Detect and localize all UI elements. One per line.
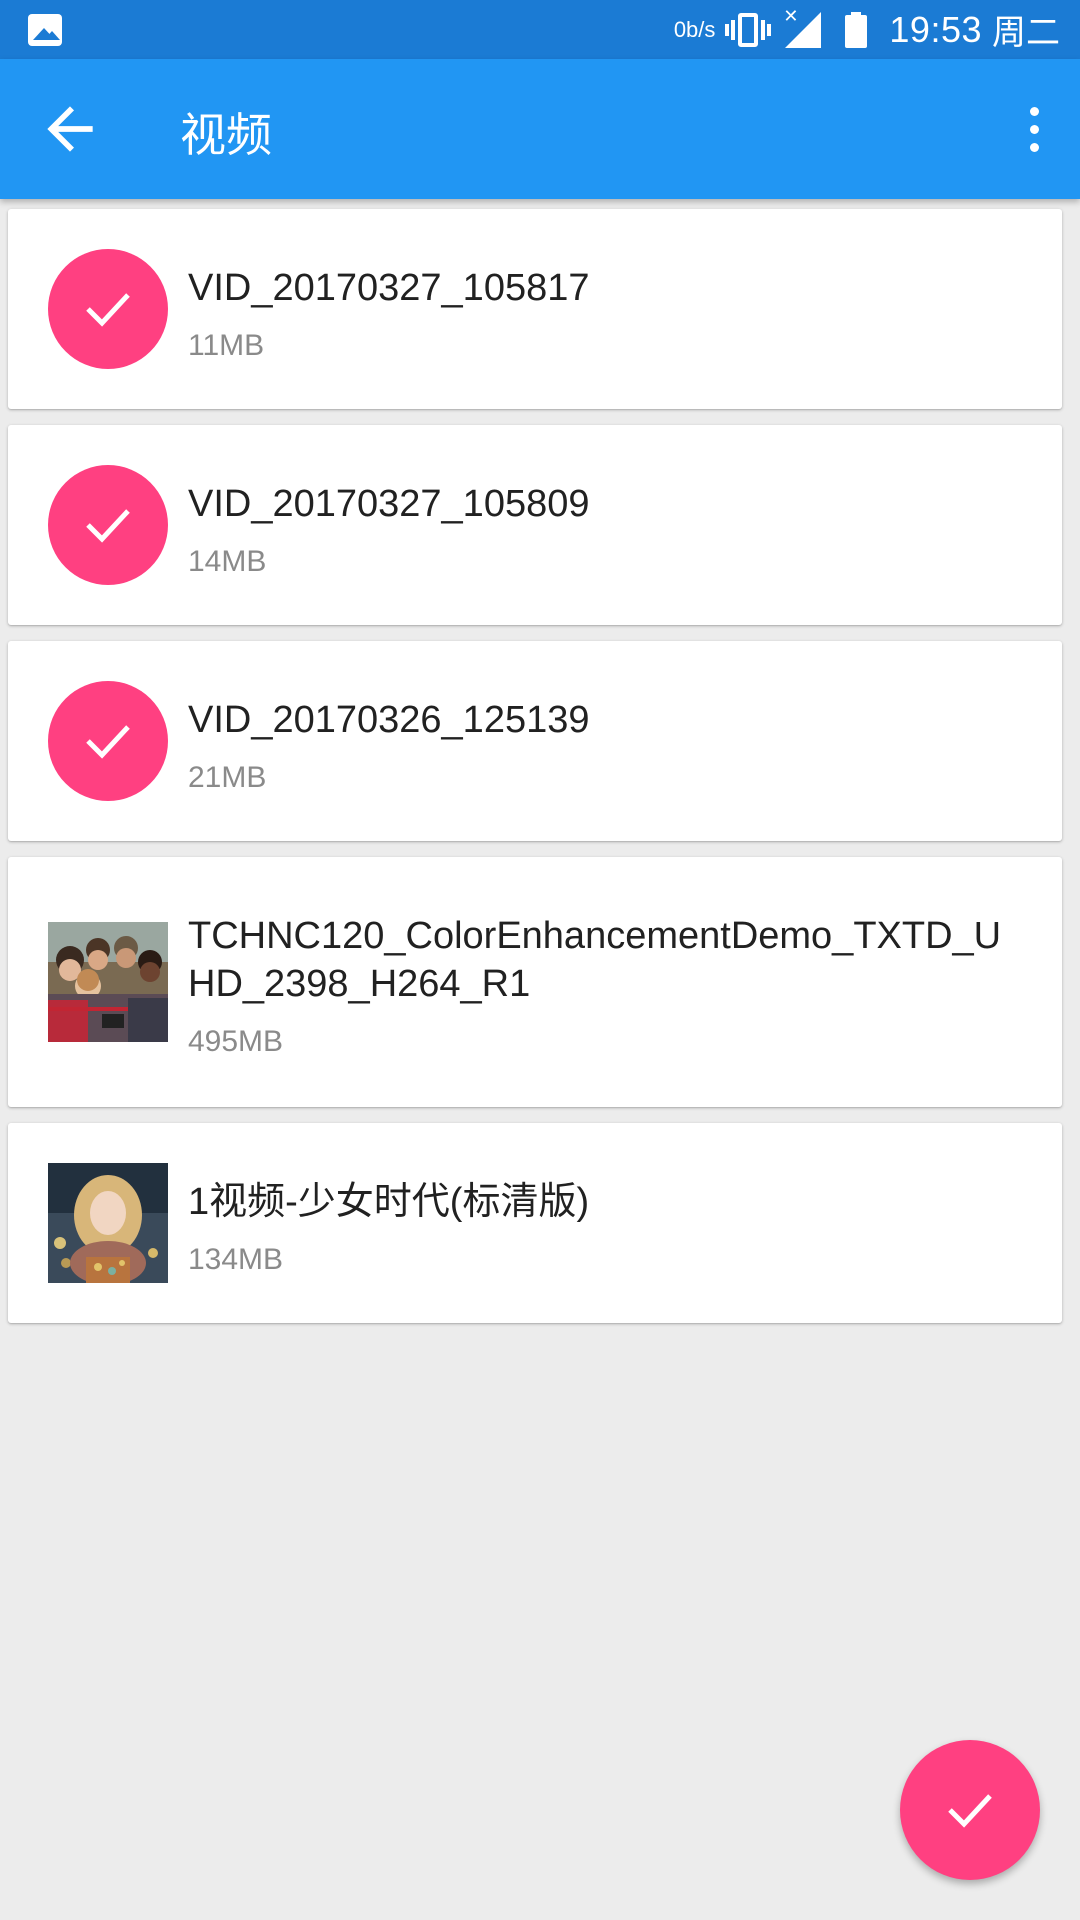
video-size: 495MB [188,1025,284,1058]
video-size: 14MB [188,545,267,578]
arrow-left-icon [47,106,93,152]
page-title: 视频 [180,108,272,162]
back-button[interactable] [36,95,104,163]
more-options-button[interactable] [1000,95,1068,163]
video-name: VID_20170327_105817 [188,267,590,309]
video-name: TCHNC120_ColorEnhancementDemo_TXTD_UHD_2… [188,915,1002,1005]
selected-check-icon[interactable] [48,465,168,585]
vibrate-icon [725,11,772,49]
video-thumbnail[interactable] [48,1163,168,1283]
video-size: 11MB [188,329,265,362]
more-vert-icon [1030,107,1039,116]
video-size: 21MB [188,761,267,794]
check-icon [948,1794,992,1828]
selected-check-icon[interactable] [48,249,168,369]
gallery-icon [28,14,62,46]
video-name: VID_20170326_125139 [188,699,590,741]
status-icons: 0b/s ✕ 19:53 周二 [674,0,1060,59]
list-item[interactable]: VID_20170327_105809 14MB [8,425,1062,625]
video-list: VID_20170327_105817 11MB VID_20170327_10… [8,209,1062,1339]
video-size: 134MB [188,1243,284,1276]
weekday: 周二 [992,13,1060,53]
selected-check-icon[interactable] [48,681,168,801]
list-item[interactable]: VID_20170326_125139 21MB [8,641,1062,841]
status-bar: 0b/s ✕ 19:53 周二 [0,0,1080,59]
clock: 19:53 [889,8,982,50]
list-item[interactable]: VID_20170327_105817 11MB [8,209,1062,409]
list-item[interactable]: 1视频-少女时代(标清版) 134MB [8,1123,1062,1323]
list-item[interactable]: TCHNC120_ColorEnhancementDemo_TXTD_UHD_2… [8,857,1062,1107]
battery-icon [845,11,868,48]
signal-icon: ✕ [783,6,823,48]
video-name: VID_20170327_105809 [188,483,590,525]
video-name: 1视频-少女时代(标清版) [188,1181,590,1223]
net-speed: 0b/s [673,16,716,42]
app-bar: 视频 [0,59,1080,199]
confirm-fab-button[interactable] [900,1740,1040,1880]
video-thumbnail[interactable] [48,922,168,1042]
